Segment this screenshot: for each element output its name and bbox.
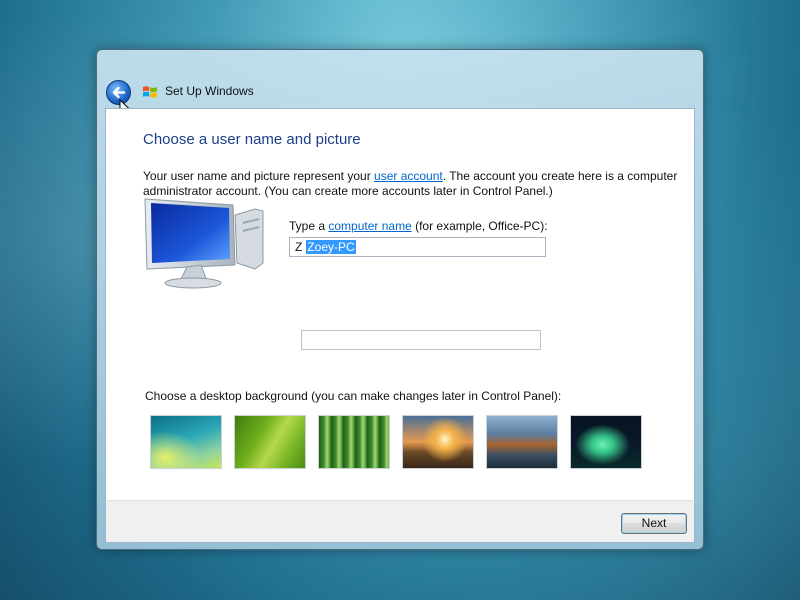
background-thumbnail-bamboo[interactable] bbox=[318, 415, 390, 469]
computer-name-link[interactable]: computer name bbox=[328, 219, 411, 233]
windows-logo-icon bbox=[143, 86, 157, 98]
computer-name-label-suffix: (for example, Office-PC): bbox=[411, 219, 548, 233]
footer-bar: Next bbox=[105, 500, 695, 543]
selected-computer-name: Zoey-PC bbox=[306, 240, 356, 254]
background-thumbnail-aurora-swirl[interactable] bbox=[150, 415, 222, 469]
page-title: Choose a user name and picture bbox=[143, 131, 361, 148]
computer-name-input[interactable]: Z Zoey-PC bbox=[289, 237, 546, 257]
background-thumbnail-northern-lights[interactable] bbox=[570, 415, 642, 469]
setup-window: Set Up Windows Choose a user name and pi… bbox=[96, 49, 704, 550]
intro-text-start: Your user name and picture represent you… bbox=[143, 169, 375, 183]
title-bar: Set Up Windows bbox=[97, 50, 703, 119]
intro-text: Your user name and picture represent you… bbox=[143, 169, 683, 199]
next-button[interactable]: Next bbox=[621, 513, 687, 534]
background-thumbnail-green-leaf[interactable] bbox=[234, 415, 306, 469]
window-title: Set Up Windows bbox=[165, 84, 254, 98]
background-thumbnail-sunset-field[interactable] bbox=[402, 415, 474, 469]
content-pane: Choose a user name and picture Your user… bbox=[105, 108, 695, 500]
user-account-link[interactable]: user account bbox=[374, 169, 443, 183]
empty-input-field[interactable] bbox=[301, 330, 541, 350]
background-thumbnail-mountain-lake[interactable] bbox=[486, 415, 558, 469]
computer-monitor-icon bbox=[144, 198, 264, 289]
typed-character: Z bbox=[295, 240, 303, 254]
computer-name-label-prefix: Type a bbox=[289, 219, 329, 233]
desktop-background-label: Choose a desktop background (you can mak… bbox=[145, 389, 562, 403]
computer-name-label: Type a computer name (for example, Offic… bbox=[289, 219, 548, 233]
